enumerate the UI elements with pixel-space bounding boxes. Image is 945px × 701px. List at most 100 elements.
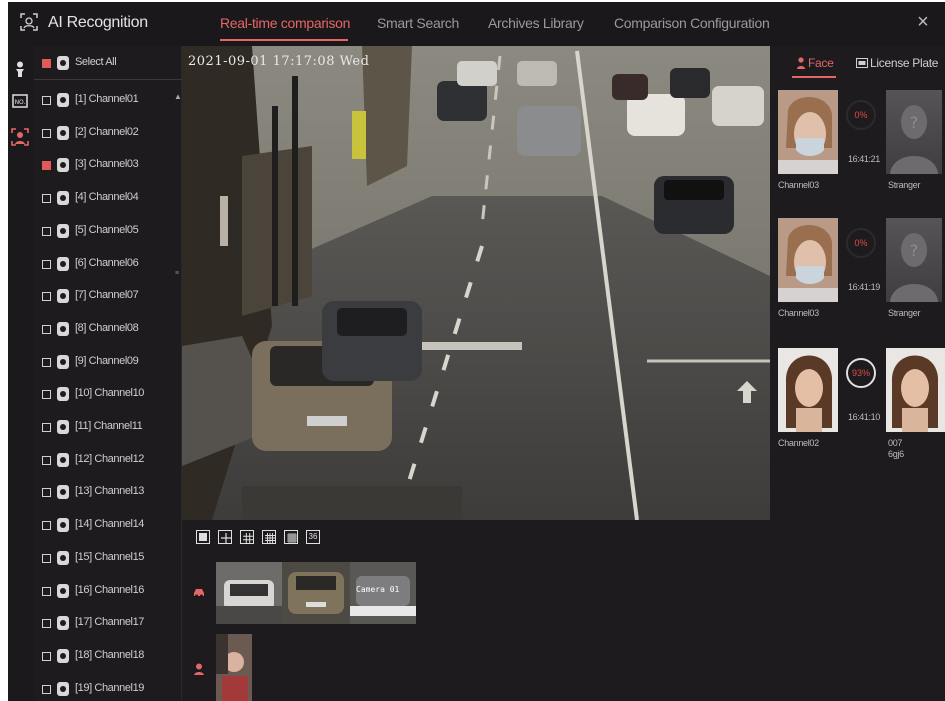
channel-label: [19] Channel19 — [75, 681, 145, 694]
match-item[interactable]: 93% 16:41:10 Channel02 007 6gj6 — [770, 348, 945, 468]
layout-36-button[interactable]: 36 — [306, 530, 320, 544]
layout-9-icon[interactable] — [240, 530, 254, 544]
channel-row[interactable]: [8] Channel08 — [34, 319, 182, 341]
layout-16-icon[interactable] — [262, 530, 276, 544]
comparison-results-panel: Face License Plate 0% 16:41:21 ? Channel… — [770, 46, 945, 701]
channel-row[interactable]: [18] Channel18 — [34, 646, 182, 668]
channel-row[interactable]: [1] Channel01 — [34, 90, 182, 112]
channel-checkbox[interactable] — [42, 553, 51, 563]
close-button[interactable]: × — [912, 12, 934, 34]
channel-checkbox[interactable] — [42, 324, 51, 334]
channel-checkbox[interactable] — [42, 684, 51, 694]
channel-row[interactable]: [16] Channel16 — [34, 581, 182, 603]
video-timestamp: 2021-09-01 17:17:08 Wed — [188, 54, 370, 69]
tab-comparison-configuration[interactable]: Comparison Configuration — [614, 15, 770, 31]
tab-face[interactable]: Face — [808, 56, 834, 70]
face-recognition-icon[interactable] — [11, 128, 29, 146]
channel-row[interactable]: [13] Channel13 — [34, 482, 182, 504]
channel-checkbox[interactable] — [42, 619, 51, 629]
channel-checkbox[interactable] — [42, 586, 51, 596]
channel-row[interactable]: [10] Channel10 — [34, 384, 182, 406]
face-snapshot-1[interactable] — [216, 634, 252, 701]
camera-icon — [57, 354, 69, 369]
channel-label: [4] Channel04 — [75, 191, 139, 204]
camera-icon — [57, 223, 69, 238]
tab-archives-library[interactable]: Archives Library — [488, 15, 584, 31]
tab-license-plate[interactable]: License Plate — [870, 56, 938, 70]
plate-number-icon[interactable]: NO. — [11, 92, 29, 110]
channel-label: [2] Channel02 — [75, 125, 139, 138]
captured-face-image — [778, 348, 838, 432]
channel-checkbox[interactable] — [42, 488, 51, 498]
channel-checkbox[interactable] — [42, 521, 51, 531]
divider — [34, 79, 182, 80]
channel-label: [16] Channel16 — [75, 583, 145, 596]
channel-checkbox[interactable] — [42, 292, 51, 302]
channel-label: [13] Channel13 — [75, 485, 145, 498]
layout-4-icon[interactable] — [218, 530, 232, 544]
vehicle-snapshot-1[interactable] — [216, 562, 282, 624]
camera-icon — [57, 583, 69, 598]
camera-icon — [57, 93, 69, 107]
channel-row[interactable]: [3] Channel03 — [34, 155, 182, 177]
select-all-checkbox[interactable] — [42, 59, 51, 68]
match-item[interactable]: 0% 16:41:21 ? Channel03 Stranger — [770, 90, 945, 210]
header-bar: AI Recognition Real-time comparison Smar… — [8, 2, 945, 46]
channel-row[interactable]: [6] Channel06 — [34, 254, 182, 276]
channel-checkbox[interactable] — [42, 390, 51, 400]
channel-checkbox[interactable] — [42, 194, 51, 204]
tab-smart-search[interactable]: Smart Search — [377, 15, 459, 31]
svg-text:Camera 01: Camera 01 — [356, 585, 400, 594]
match-item[interactable]: 0% 16:41:19 ? Channel03 Stranger — [770, 218, 945, 338]
channel-checkbox[interactable] — [42, 161, 51, 171]
channel-checkbox[interactable] — [42, 455, 51, 465]
channel-label: [5] Channel05 — [75, 223, 139, 236]
similarity-score: 93% — [846, 358, 876, 388]
channel-row[interactable]: [5] Channel05 — [34, 221, 182, 243]
camera-icon — [57, 420, 69, 434]
channel-row[interactable]: [12] Channel12 — [34, 450, 182, 472]
match-person-id: 6gj6 — [888, 449, 904, 459]
camera-icon — [57, 387, 69, 402]
match-channel: Channel03 — [778, 180, 819, 190]
channel-checkbox[interactable] — [42, 259, 51, 269]
ai-recognition-icon — [20, 13, 38, 31]
face-snapshot-icon — [192, 662, 206, 676]
similarity-score: 0% — [846, 228, 876, 258]
channel-row[interactable]: [14] Channel14 — [34, 515, 182, 537]
channel-checkbox[interactable] — [42, 423, 51, 432]
channel-checkbox[interactable] — [42, 651, 51, 661]
camera-icon — [57, 485, 69, 500]
street-scene-image — [182, 46, 770, 520]
channel-row[interactable]: [11] Channel11 — [34, 417, 182, 439]
channel-row[interactable]: [17] Channel17 — [34, 613, 182, 635]
channel-row[interactable]: [9] Channel09 — [34, 352, 182, 374]
channel-checkbox[interactable] — [42, 357, 51, 367]
captured-face-image — [778, 90, 838, 174]
channel-checkbox[interactable] — [42, 128, 51, 138]
channel-checkbox[interactable] — [42, 96, 51, 105]
vehicle-snapshot-3[interactable]: Camera 01 — [350, 562, 416, 624]
captured-face-image — [778, 218, 838, 302]
person-icon[interactable] — [11, 60, 29, 78]
camera-icon — [57, 452, 69, 467]
match-channel: Channel02 — [778, 438, 819, 448]
layout-1-icon[interactable] — [196, 530, 210, 544]
channel-row[interactable]: [4] Channel04 — [34, 188, 182, 210]
live-video-view[interactable]: 2021-09-01 17:17:08 Wed — [182, 46, 770, 520]
vehicle-snapshot-2[interactable] — [282, 562, 350, 624]
channel-row[interactable]: [2] Channel02 — [34, 123, 182, 145]
channel-row[interactable]: [19] Channel19 — [34, 679, 182, 701]
channel-checkbox[interactable] — [42, 226, 51, 236]
channel-label: [8] Channel08 — [75, 321, 139, 334]
select-all-row[interactable]: Select All — [34, 53, 182, 75]
layout-25-icon[interactable] — [284, 530, 298, 544]
library-face-image — [886, 348, 945, 432]
camera-icon — [57, 681, 69, 696]
app-title: AI Recognition — [48, 14, 148, 31]
channel-row[interactable]: [15] Channel15 — [34, 548, 182, 570]
tab-real-time-comparison[interactable]: Real-time comparison — [220, 15, 350, 31]
vehicle-snapshot-icon — [192, 585, 206, 599]
match-time: 16:41:19 — [848, 282, 880, 292]
channel-row[interactable]: [7] Channel07 — [34, 286, 182, 308]
